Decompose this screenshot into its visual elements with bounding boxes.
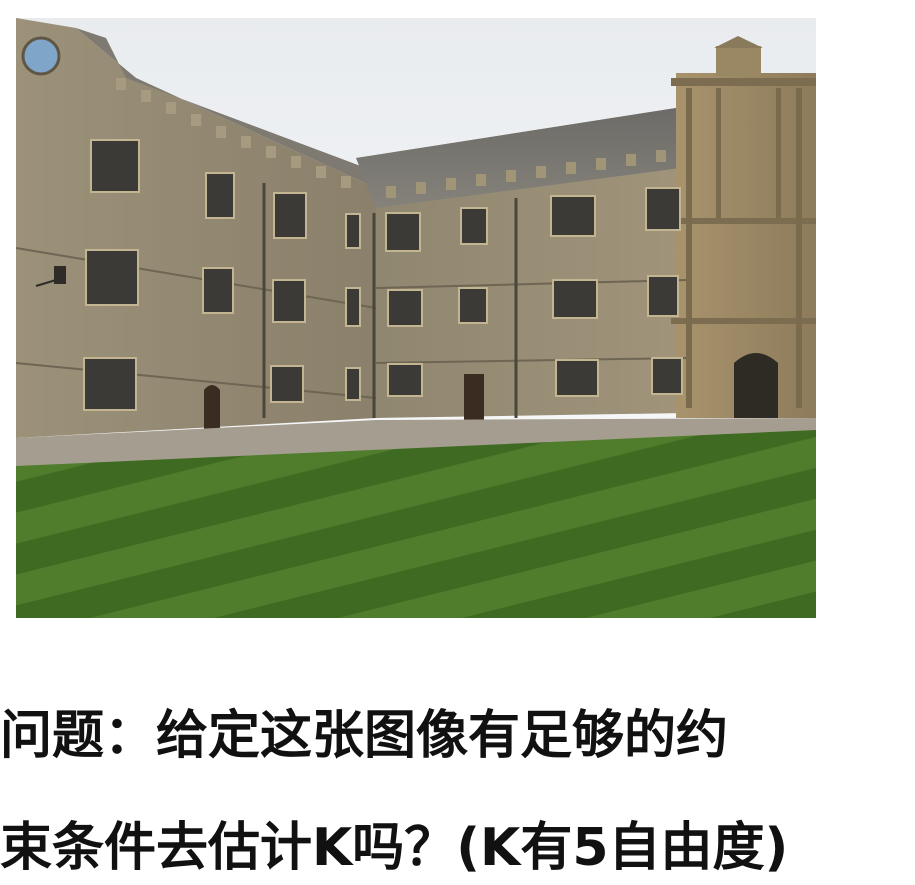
quadrangle-photo (16, 18, 816, 618)
question-line-1: 问题：给定这张图像有足够的约 (0, 706, 729, 766)
question-line-2: 束条件去估计K吗？(K有5自由度) (0, 818, 789, 878)
